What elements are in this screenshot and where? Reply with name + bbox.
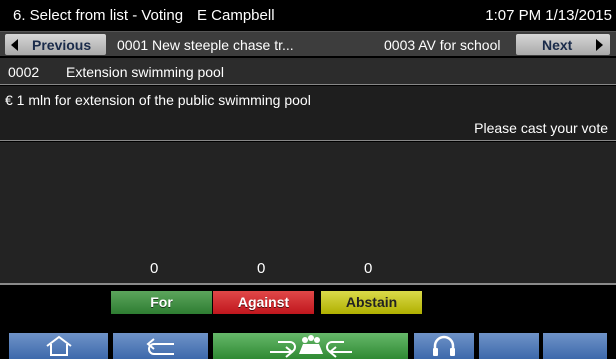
bottom-toolbar bbox=[0, 331, 616, 359]
home-button[interactable] bbox=[9, 333, 108, 359]
back-button[interactable] bbox=[113, 333, 208, 359]
previous-button[interactable]: Previous bbox=[5, 34, 106, 55]
previous-button-label: Previous bbox=[32, 36, 92, 53]
agenda-item-header: 0002 Extension swimming pool bbox=[0, 58, 616, 85]
toolbar-empty-button[interactable] bbox=[479, 333, 539, 359]
headphones-icon bbox=[433, 335, 455, 356]
agenda-item-name: Extension swimming pool bbox=[66, 64, 224, 80]
date-time: 1:07 PM 1/13/2015 bbox=[485, 7, 612, 24]
vote-buttons-panel: For Against Abstain bbox=[0, 285, 616, 323]
voting-icon bbox=[269, 335, 352, 358]
result-abstain-count: 0 bbox=[364, 260, 373, 277]
title-bar: 6. Select from list - Voting E Campbell … bbox=[0, 0, 616, 31]
agenda-item-description: € 1 mln for extension of the public swim… bbox=[5, 92, 311, 108]
result-against-count: 0 bbox=[257, 260, 266, 277]
result-for-count: 0 bbox=[150, 260, 159, 277]
back-icon bbox=[145, 338, 174, 355]
voting-button[interactable] bbox=[213, 333, 408, 359]
vote-against-button[interactable]: Against bbox=[213, 291, 314, 314]
toolbar-empty-button[interactable] bbox=[543, 333, 607, 359]
vote-for-button[interactable]: For bbox=[111, 291, 212, 314]
home-icon bbox=[45, 335, 72, 356]
previous-item-title: 0001 New steeple chase tr... bbox=[117, 37, 294, 53]
agenda-item-description-panel: € 1 mln for extension of the public swim… bbox=[0, 86, 616, 141]
navigation-bar: Previous 0001 New steeple chase tr... 00… bbox=[0, 31, 616, 56]
vote-prompt: Please cast your vote bbox=[474, 120, 608, 136]
screen-title: 6. Select from list - Voting bbox=[13, 7, 184, 24]
next-button-label: Next bbox=[542, 36, 573, 53]
agenda-item-number: 0002 bbox=[8, 64, 40, 80]
vote-abstain-button[interactable]: Abstain bbox=[321, 291, 422, 314]
arrow-right-icon bbox=[596, 38, 604, 51]
arrow-left-icon bbox=[11, 38, 18, 51]
vote-results-panel: 0 0 0 bbox=[0, 142, 616, 283]
headphones-button[interactable] bbox=[414, 333, 474, 359]
user-name: E Campbell bbox=[197, 7, 275, 24]
next-button[interactable]: Next bbox=[516, 34, 610, 55]
next-item-title: 0003 AV for school bbox=[384, 37, 501, 53]
